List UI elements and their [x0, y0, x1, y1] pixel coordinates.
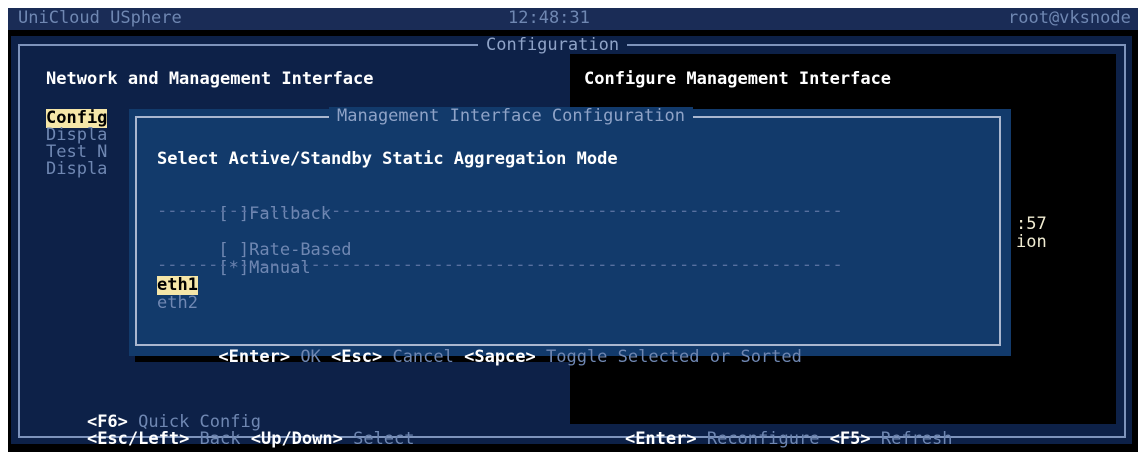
enter-ok-key[interactable]: <Enter>	[218, 347, 290, 367]
f5-key[interactable]: <F5>	[830, 429, 871, 449]
divider: ----------------------------------------…	[157, 201, 843, 221]
clock: 12:48:31	[508, 8, 590, 28]
terminal-screen: UniCloud USphere 12:48:31 root@vksnode C…	[8, 8, 1138, 452]
right-panel-partial-2: ion	[1016, 232, 1047, 252]
enter-key[interactable]: <Enter>	[625, 429, 697, 449]
interface-eth2[interactable]: eth2	[157, 294, 198, 313]
config-window-title: Configuration	[478, 36, 628, 55]
top-bar: UniCloud USphere 12:48:31 root@vksnode	[8, 8, 1138, 30]
reconfigure-label: Reconfigure	[696, 429, 830, 449]
cancel-label: Cancel	[382, 347, 465, 367]
divider: ----------------------------------------…	[157, 255, 843, 275]
dialog-title: Management Interface Configuration	[329, 107, 693, 126]
left-panel-title: Network and Management Interface	[46, 69, 374, 89]
dialog-heading: Select Active/Standby Static Aggregation…	[157, 149, 618, 169]
app-name: UniCloud USphere	[18, 8, 182, 28]
up-down-key[interactable]: <Up/Down>	[251, 429, 343, 449]
menu-item-display-2[interactable]: Displa	[46, 160, 107, 179]
space-toggle-key[interactable]: <Sapce>	[464, 347, 536, 367]
right-footer: <Enter> Reconfigure <F5> Refresh	[584, 411, 953, 452]
back-label: Back	[189, 429, 251, 449]
refresh-label: Refresh	[870, 429, 953, 449]
select-label: Select	[342, 429, 415, 449]
esc-cancel-key[interactable]: <Esc>	[331, 347, 382, 367]
right-panel-title: Configure Management Interface	[584, 69, 892, 89]
dialog-footer: <Enter> OK <Esc> Cancel <Sapce> Toggle S…	[157, 329, 802, 386]
ok-label: OK	[290, 347, 332, 367]
left-footer-line2: <Esc/Left> Back <Up/Down> Select	[46, 411, 415, 452]
user-host: root@vksnode	[1008, 8, 1131, 28]
esc-left-key[interactable]: <Esc/Left>	[87, 429, 189, 449]
management-interface-dialog: Management Interface Configuration Selec…	[129, 107, 1011, 367]
toggle-label: Toggle Selected or Sorted	[535, 347, 802, 367]
